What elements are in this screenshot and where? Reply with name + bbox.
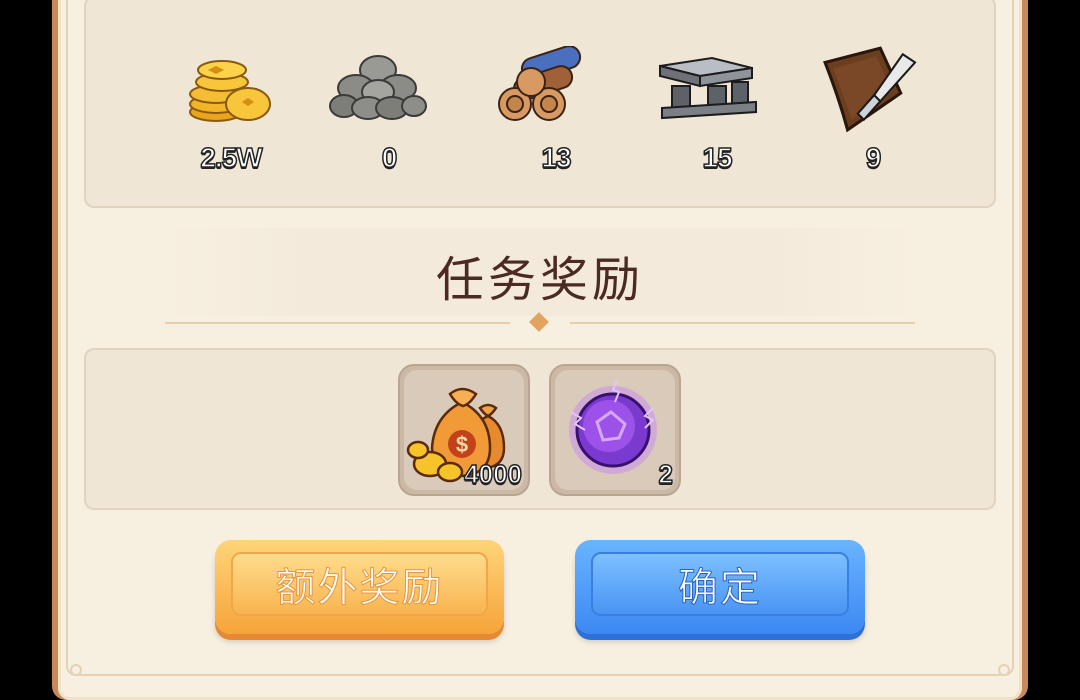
purple-orb-icon	[569, 379, 657, 474]
iron-ingot-icon	[659, 56, 757, 120]
extra-reward-button[interactable]: 额外奖励	[215, 540, 504, 634]
resource-stone: 0	[324, 0, 444, 198]
resource-iron: 15	[652, 0, 772, 198]
resource-value: 9	[865, 141, 882, 174]
confirm-button[interactable]: 确定	[575, 540, 865, 634]
corner-ornament-left	[70, 664, 82, 676]
divider-left	[165, 322, 510, 324]
confirm-label: 确定	[591, 552, 849, 616]
leather-knife-icon	[823, 46, 917, 133]
reward-count: 4000	[463, 458, 522, 490]
section-title: 任务奖励	[435, 252, 644, 308]
resource-gold: 2.5W	[166, 0, 286, 198]
wood-icon	[498, 46, 582, 121]
divider-right	[570, 322, 915, 324]
reward-slot[interactable]: $ 4000	[398, 364, 530, 496]
extra-reward-label: 额外奖励	[231, 552, 488, 616]
resource-value: 15	[702, 141, 734, 174]
resource-value: 0	[381, 141, 398, 174]
resource-panel: 2.5W 0 13 15 9	[84, 0, 996, 208]
resource-wood: 13	[491, 0, 611, 198]
reward-count: 2	[658, 458, 674, 490]
resource-value: 13	[541, 141, 573, 174]
reward-slot[interactable]: 2	[549, 364, 681, 496]
resource-leather: 9	[808, 0, 928, 198]
gold-coins-icon	[189, 60, 271, 122]
svg-text:$: $	[456, 432, 468, 457]
reward-panel	[84, 348, 996, 510]
stone-icon	[329, 55, 427, 120]
corner-ornament-right	[998, 664, 1010, 676]
resource-value: 2.5W	[200, 141, 264, 174]
